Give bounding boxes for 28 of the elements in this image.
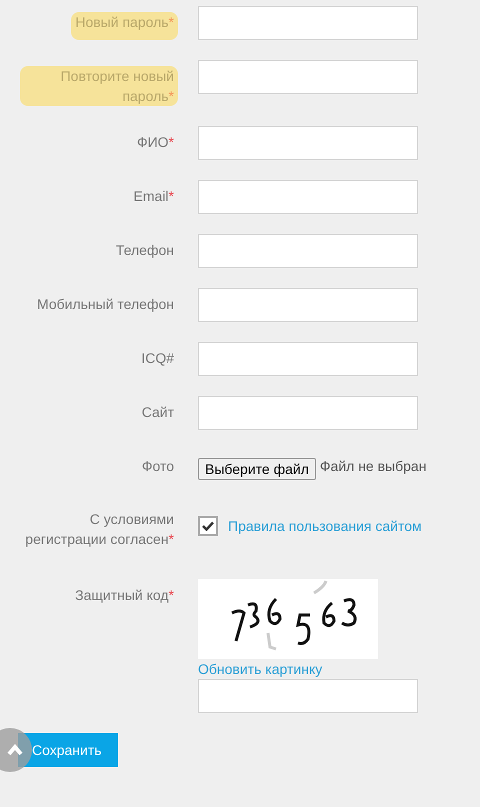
text-field[interactable] <box>198 126 418 160</box>
field-label: ICQ# <box>140 349 175 368</box>
file-status: Файл не выбран <box>320 457 426 476</box>
text-field[interactable] <box>198 60 418 94</box>
checkbox[interactable] <box>198 516 218 536</box>
chevron-up-icon <box>7 744 23 756</box>
field-label: Повторите новый пароль* <box>20 66 178 106</box>
check-icon <box>202 521 214 531</box>
field-label: Телефон <box>114 241 175 260</box>
captcha-field[interactable] <box>198 679 418 713</box>
scroll-up-button[interactable] <box>0 728 32 772</box>
refresh-image-link[interactable]: Обновить картинку <box>198 659 418 679</box>
field-label: ФИО* <box>136 133 175 152</box>
text-field[interactable] <box>198 6 418 40</box>
text-field[interactable] <box>198 396 418 430</box>
text-field[interactable] <box>198 234 418 268</box>
rules-link[interactable]: Правила пользования сайтом <box>228 516 422 536</box>
text-field[interactable] <box>198 288 418 322</box>
text-field[interactable] <box>198 342 418 376</box>
choose-file-button[interactable]: Выберите файл <box>198 458 316 480</box>
field-label: Email* <box>132 187 175 206</box>
field-label: Мобильный телефон <box>36 295 175 314</box>
text-field[interactable] <box>198 180 418 214</box>
field-label: Защитный код* <box>74 586 175 605</box>
field-label: Сайт <box>140 403 175 422</box>
field-label: С условиями регистрации согласен* <box>24 510 175 549</box>
field-label: Новый пароль* <box>71 12 178 40</box>
field-label: Фото <box>140 457 175 476</box>
